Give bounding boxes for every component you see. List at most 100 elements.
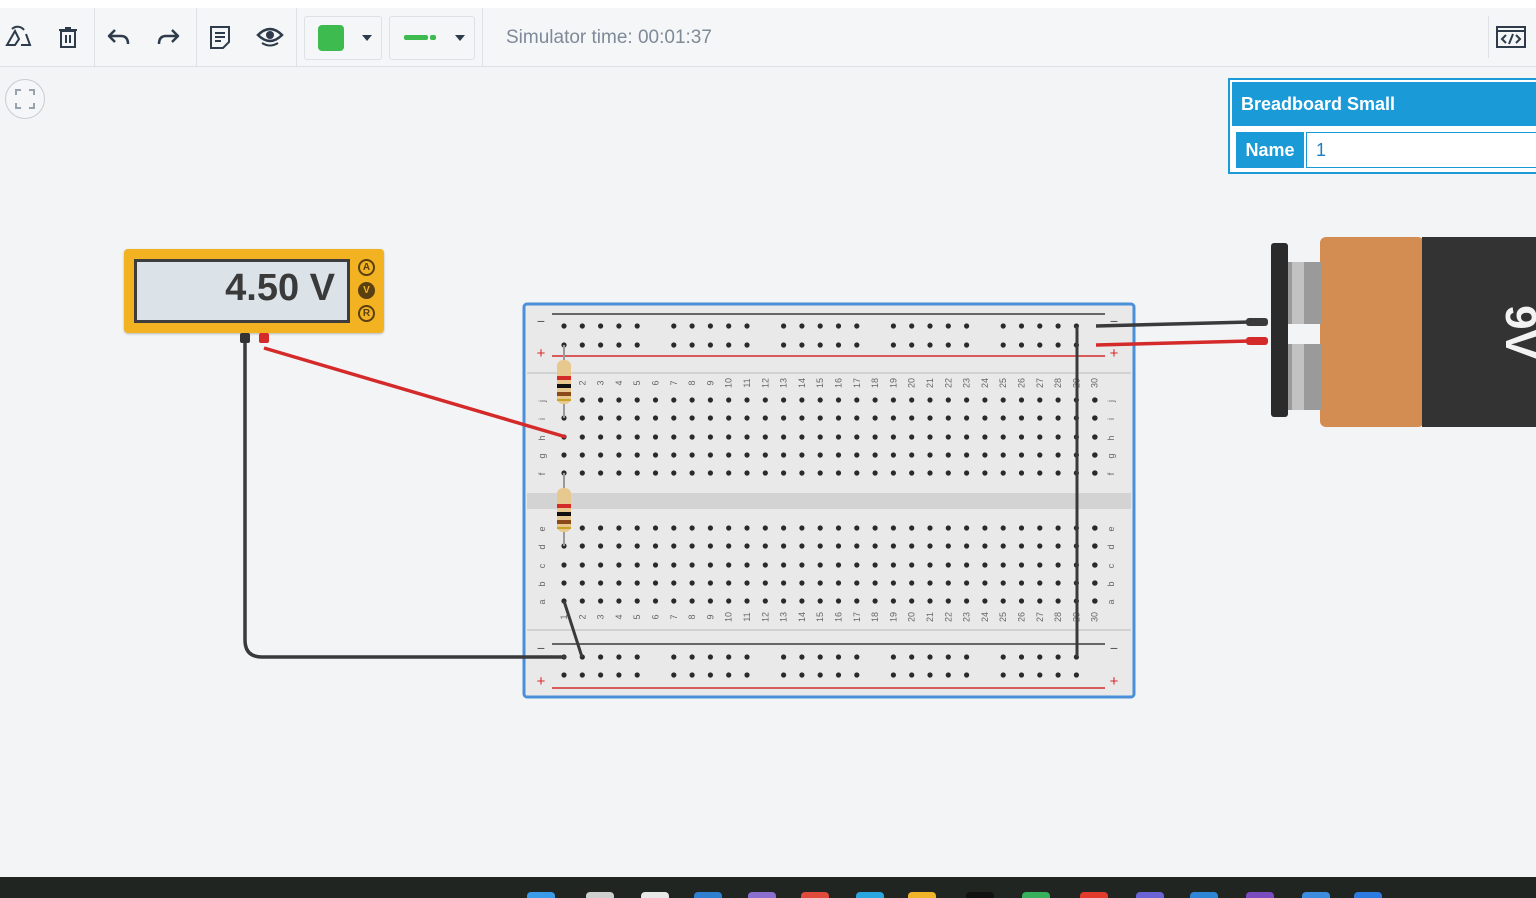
breadboard-hole[interactable] (927, 323, 933, 329)
app-icon[interactable] (856, 892, 884, 898)
breadboard-hole[interactable] (781, 323, 787, 329)
breadboard-hole[interactable] (1037, 580, 1043, 586)
breadboard-hole[interactable] (927, 397, 933, 403)
start-icon[interactable] (527, 892, 555, 898)
breadboard-hole[interactable] (1037, 323, 1043, 329)
breadboard-hole[interactable] (835, 562, 842, 568)
breadboard-hole[interactable] (964, 397, 970, 403)
breadboard-hole[interactable] (781, 598, 787, 604)
breadboard-hole[interactable] (781, 434, 787, 440)
breadboard-hole[interactable] (890, 543, 897, 549)
app-icon[interactable] (1246, 892, 1274, 898)
breadboard-hole[interactable] (982, 415, 988, 421)
breadboard-hole[interactable] (927, 470, 933, 476)
breadboard-hole[interactable] (579, 525, 585, 531)
breadboard-hole[interactable] (1037, 342, 1043, 348)
breadboard-hole[interactable] (634, 470, 640, 476)
breadboard-hole[interactable] (652, 562, 659, 568)
breadboard-hole[interactable] (1092, 470, 1098, 476)
breadboard-hole[interactable] (1055, 672, 1061, 678)
breadboard-hole[interactable] (744, 452, 750, 458)
breadboard-hole[interactable] (890, 397, 897, 403)
breadboard-hole[interactable] (909, 525, 915, 531)
breadboard-hole[interactable] (945, 470, 951, 476)
breadboard-hole[interactable] (982, 397, 988, 403)
breadboard-hole[interactable] (707, 580, 714, 586)
breadboard-hole[interactable] (707, 672, 714, 678)
breadboard-hole[interactable] (1037, 654, 1043, 660)
breadboard-hole[interactable] (835, 672, 842, 678)
breadboard-hole[interactable] (689, 397, 695, 403)
breadboard-hole[interactable] (799, 598, 805, 604)
breadboard-hole[interactable] (762, 415, 768, 421)
breadboard-hole[interactable] (1037, 672, 1043, 678)
breadboard-hole[interactable] (1037, 598, 1043, 604)
breadboard-hole[interactable] (689, 323, 695, 329)
breadboard-hole[interactable] (561, 452, 567, 458)
breadboard-hole[interactable] (598, 543, 604, 549)
breadboard-hole[interactable] (890, 323, 897, 329)
breadboard-hole[interactable] (1092, 580, 1098, 586)
app-icon[interactable] (1354, 892, 1382, 898)
breadboard-hole[interactable] (652, 598, 659, 604)
breadboard-hole[interactable] (799, 452, 805, 458)
breadboard-hole[interactable] (835, 598, 842, 604)
breadboard-hole[interactable] (1055, 598, 1061, 604)
app-icon[interactable] (748, 892, 776, 898)
breadboard-hole[interactable] (579, 543, 585, 549)
breadboard-hole[interactable] (1000, 580, 1006, 586)
breadboard-hole[interactable] (927, 654, 933, 660)
breadboard-hole[interactable] (909, 342, 915, 348)
breadboard-hole[interactable] (652, 397, 659, 403)
breadboard-hole[interactable] (927, 543, 933, 549)
breadboard-hole[interactable] (652, 470, 659, 476)
breadboard-hole[interactable] (579, 580, 585, 586)
breadboard-hole[interactable] (945, 562, 951, 568)
breadboard-hole[interactable] (964, 434, 970, 440)
app-icon[interactable] (1022, 892, 1050, 898)
breadboard-hole[interactable] (909, 562, 915, 568)
breadboard-hole[interactable] (634, 323, 640, 329)
breadboard-hole[interactable] (799, 525, 805, 531)
breadboard-hole[interactable] (726, 672, 732, 678)
breadboard-hole[interactable] (817, 543, 823, 549)
breadboard-hole[interactable] (671, 434, 677, 440)
breadboard-hole[interactable] (707, 598, 714, 604)
breadboard-hole[interactable] (781, 654, 787, 660)
breadboard-hole[interactable] (1018, 672, 1025, 678)
breadboard-hole[interactable] (945, 525, 951, 531)
breadboard-hole[interactable] (652, 543, 659, 549)
breadboard-hole[interactable] (671, 562, 677, 568)
breadboard-hole[interactable] (799, 323, 805, 329)
breadboard-hole[interactable] (909, 598, 915, 604)
breadboard-hole[interactable] (689, 562, 695, 568)
breadboard-hole[interactable] (707, 654, 714, 660)
breadboard-hole[interactable] (909, 672, 915, 678)
breadboard-hole[interactable] (799, 434, 805, 440)
breadboard-hole[interactable] (817, 562, 823, 568)
breadboard-hole[interactable] (1000, 598, 1006, 604)
breadboard-hole[interactable] (1092, 562, 1098, 568)
breadboard-hole[interactable] (598, 342, 604, 348)
breadboard-hole[interactable] (707, 434, 714, 440)
breadboard-hole[interactable] (1055, 452, 1061, 458)
task-view-icon[interactable] (641, 892, 669, 898)
breadboard-hole[interactable] (781, 397, 787, 403)
breadboard-hole[interactable] (982, 470, 988, 476)
breadboard-hole[interactable] (854, 580, 860, 586)
breadboard-hole[interactable] (781, 525, 787, 531)
breadboard-hole[interactable] (909, 452, 915, 458)
breadboard-hole[interactable] (781, 672, 787, 678)
breadboard-hole[interactable] (964, 415, 970, 421)
breadboard-hole[interactable] (652, 415, 659, 421)
breadboard-hole[interactable] (982, 434, 988, 440)
breadboard-hole[interactable] (1092, 397, 1098, 403)
breadboard-hole[interactable] (909, 397, 915, 403)
breadboard-hole[interactable] (982, 525, 988, 531)
breadboard-hole[interactable] (817, 525, 823, 531)
breadboard-hole[interactable] (634, 580, 640, 586)
breadboard-hole[interactable] (762, 397, 768, 403)
breadboard-hole[interactable] (835, 342, 842, 348)
breadboard-hole[interactable] (1073, 672, 1079, 678)
breadboard-hole[interactable] (762, 580, 768, 586)
